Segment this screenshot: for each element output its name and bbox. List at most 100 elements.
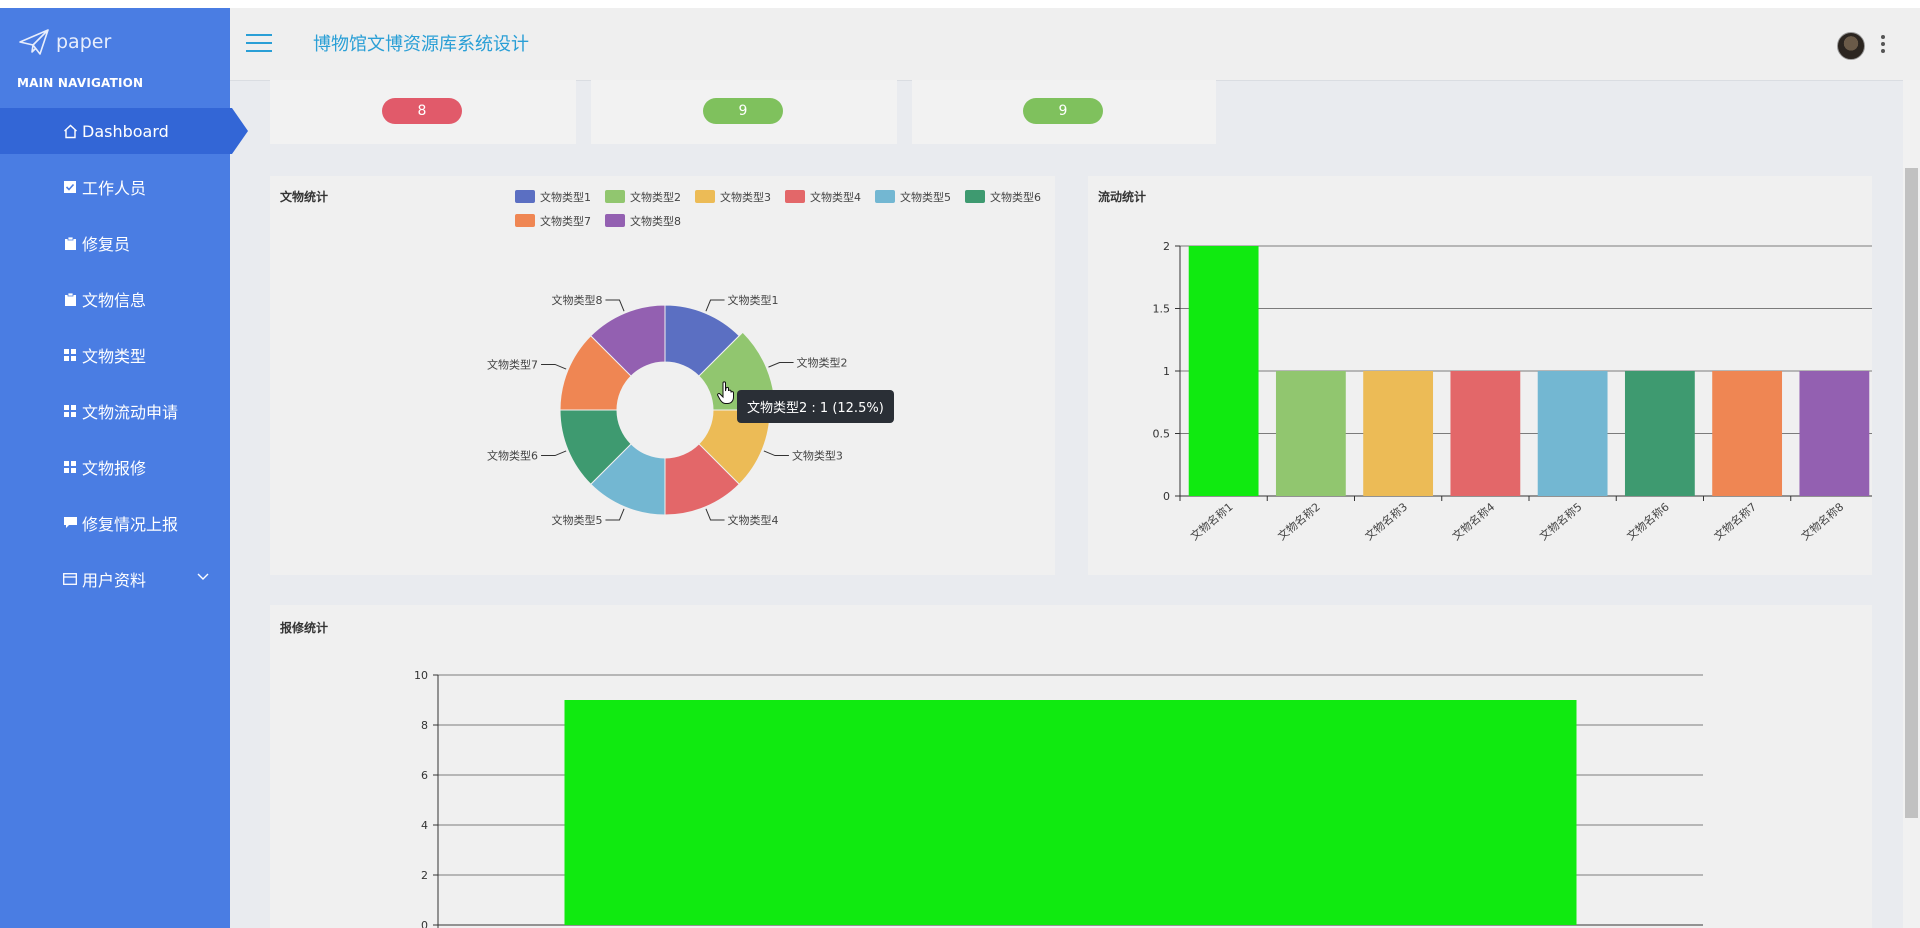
x-tick-label: 文物名称5 xyxy=(1536,500,1584,544)
sidebar-item-restorer[interactable]: 修复员 xyxy=(0,220,230,266)
legend-swatch xyxy=(515,214,535,227)
sidebar-item-repair-report[interactable]: 修复情况上报 xyxy=(0,500,230,546)
page-title: 博物馆文博资源库系统设计 xyxy=(313,34,529,55)
sidebar-item-repair-request[interactable]: 文物报修 xyxy=(0,444,230,490)
x-tick-label: 文物名称8 xyxy=(1798,500,1846,544)
hand-cursor-icon xyxy=(717,381,734,404)
pie-slice-label: 文物类型4 xyxy=(728,513,779,527)
sidebar-item-flow-request[interactable]: 文物流动申请 xyxy=(0,388,230,434)
check-square-icon xyxy=(62,179,78,195)
legend-swatch xyxy=(695,190,715,203)
y-tick-label: 8 xyxy=(421,719,428,732)
menu-toggle-icon[interactable] xyxy=(246,34,272,54)
grid-icon xyxy=(62,347,78,363)
card-icon xyxy=(62,571,78,587)
bar xyxy=(1624,371,1695,496)
scrollbar-thumb[interactable] xyxy=(1905,168,1918,818)
y-tick-label: 0 xyxy=(421,919,428,928)
legend-swatch xyxy=(965,190,985,203)
legend-label: 文物类型7 xyxy=(540,214,591,228)
y-tick-label: 2 xyxy=(421,869,428,882)
chart-tooltip: 文物类型2 : 1 (12.5%) xyxy=(737,390,894,423)
sidebar-item-label: 文物类型 xyxy=(82,347,147,366)
x-tick-label: 文物名称1 xyxy=(1187,500,1235,544)
paper-plane-icon xyxy=(19,29,49,55)
grid-icon xyxy=(62,459,78,475)
pie-slice-label: 文物类型1 xyxy=(728,293,779,307)
sidebar-item-label: 文物流动申请 xyxy=(82,403,179,422)
sidebar-item-label: 修复情况上报 xyxy=(82,515,179,534)
x-tick-label: 文物名称6 xyxy=(1624,500,1672,544)
x-tick-label: 文物名称3 xyxy=(1362,500,1410,544)
pie-slice-label: 文物类型7 xyxy=(487,357,538,371)
home-icon xyxy=(62,123,78,139)
y-tick-label: 6 xyxy=(421,769,428,782)
legend-swatch xyxy=(785,190,805,203)
window-top-edge xyxy=(0,0,1920,8)
comment-icon xyxy=(62,515,78,531)
pie-chart[interactable]: 文物类型1 文物类型2 文物类型3 文物类型4 文物类型5 文物类型6 文物类型7 文物类型8… xyxy=(270,176,1055,575)
flow-bar-chart[interactable]: 0 0.5 1 1.5 2 文物名称1 文物名称2 文物名称3 文物名称4 文物名称5 文物名称6 文… xyxy=(1088,176,1872,575)
sidebar-item-staff[interactable]: 工作人员 xyxy=(0,164,230,210)
top-header: 博物馆文博资源库系统设计 xyxy=(230,8,1920,81)
legend-swatch xyxy=(605,190,625,203)
legend-label: 文物类型5 xyxy=(900,190,951,204)
bar xyxy=(1799,371,1870,496)
pie-label-line xyxy=(768,362,794,368)
repair-bar-chart[interactable]: 0 2 4 6 8 10 xyxy=(270,605,1872,928)
legend-label: 文物类型1 xyxy=(540,190,591,204)
sidebar-item-relic-type[interactable]: 文物类型 xyxy=(0,332,230,378)
x-tick-label: 文物名称2 xyxy=(1275,500,1323,544)
pie-label-line xyxy=(705,299,725,312)
clipboard-icon xyxy=(62,235,78,251)
legend-label: 文物类型4 xyxy=(810,190,861,204)
x-tick-label: 文物名称7 xyxy=(1711,500,1759,544)
y-tick-label: 0.5 xyxy=(1153,428,1171,441)
status-badge: 8 xyxy=(382,98,462,124)
pie-label-line xyxy=(763,450,789,457)
grid-icon xyxy=(62,403,78,419)
y-tick-label: 1 xyxy=(1163,365,1170,378)
x-tick-label: 文物名称4 xyxy=(1449,500,1497,544)
y-tick-label: 4 xyxy=(421,819,428,832)
pie-label-line xyxy=(605,508,625,521)
sidebar-item-user-profile[interactable]: 用户资料 xyxy=(0,556,230,602)
legend-label: 文物类型2 xyxy=(630,190,681,204)
sidebar-item-label: 文物报修 xyxy=(82,459,147,478)
chevron-down-icon[interactable] xyxy=(196,569,210,583)
bar xyxy=(564,700,1577,925)
bar xyxy=(1712,371,1783,496)
logo[interactable]: paper xyxy=(18,24,111,60)
avatar[interactable] xyxy=(1837,32,1865,60)
pie-label-line xyxy=(705,508,725,521)
pie-slice-label: 文物类型5 xyxy=(551,513,602,527)
status-badge: 9 xyxy=(1023,98,1103,124)
y-tick-label: 2 xyxy=(1163,240,1170,253)
pie-slice-label: 文物类型2 xyxy=(797,356,848,370)
y-tick-label: 1.5 xyxy=(1153,303,1171,316)
pie-label-line xyxy=(605,299,625,312)
pie-label-line xyxy=(541,450,567,457)
sidebar-item-relic-info[interactable]: 文物信息 xyxy=(0,276,230,322)
y-tick-label: 10 xyxy=(414,669,428,682)
more-vertical-icon[interactable] xyxy=(1880,35,1886,55)
legend-swatch xyxy=(515,190,535,203)
logo-text: paper xyxy=(56,31,112,53)
legend-swatch xyxy=(875,190,895,203)
bar xyxy=(1363,371,1434,496)
legend-swatch xyxy=(605,214,625,227)
nav-heading: MAIN NAVIGATION xyxy=(17,76,144,90)
sidebar-item-label: Dashboard xyxy=(82,121,169,141)
pie-label-line xyxy=(541,363,567,370)
legend-label: 文物类型6 xyxy=(990,190,1041,204)
bar xyxy=(1450,371,1521,496)
bar xyxy=(1275,371,1346,496)
legend-label: 文物类型8 xyxy=(630,214,681,228)
clipboard-icon xyxy=(62,291,78,307)
sidebar-item-dashboard[interactable]: Dashboard xyxy=(0,108,248,154)
sidebar-item-label: 用户资料 xyxy=(82,571,147,590)
bar xyxy=(1537,371,1608,496)
pie-slice-label: 文物类型8 xyxy=(551,293,602,307)
y-tick-label: 0 xyxy=(1163,490,1170,503)
bar xyxy=(1188,246,1259,496)
